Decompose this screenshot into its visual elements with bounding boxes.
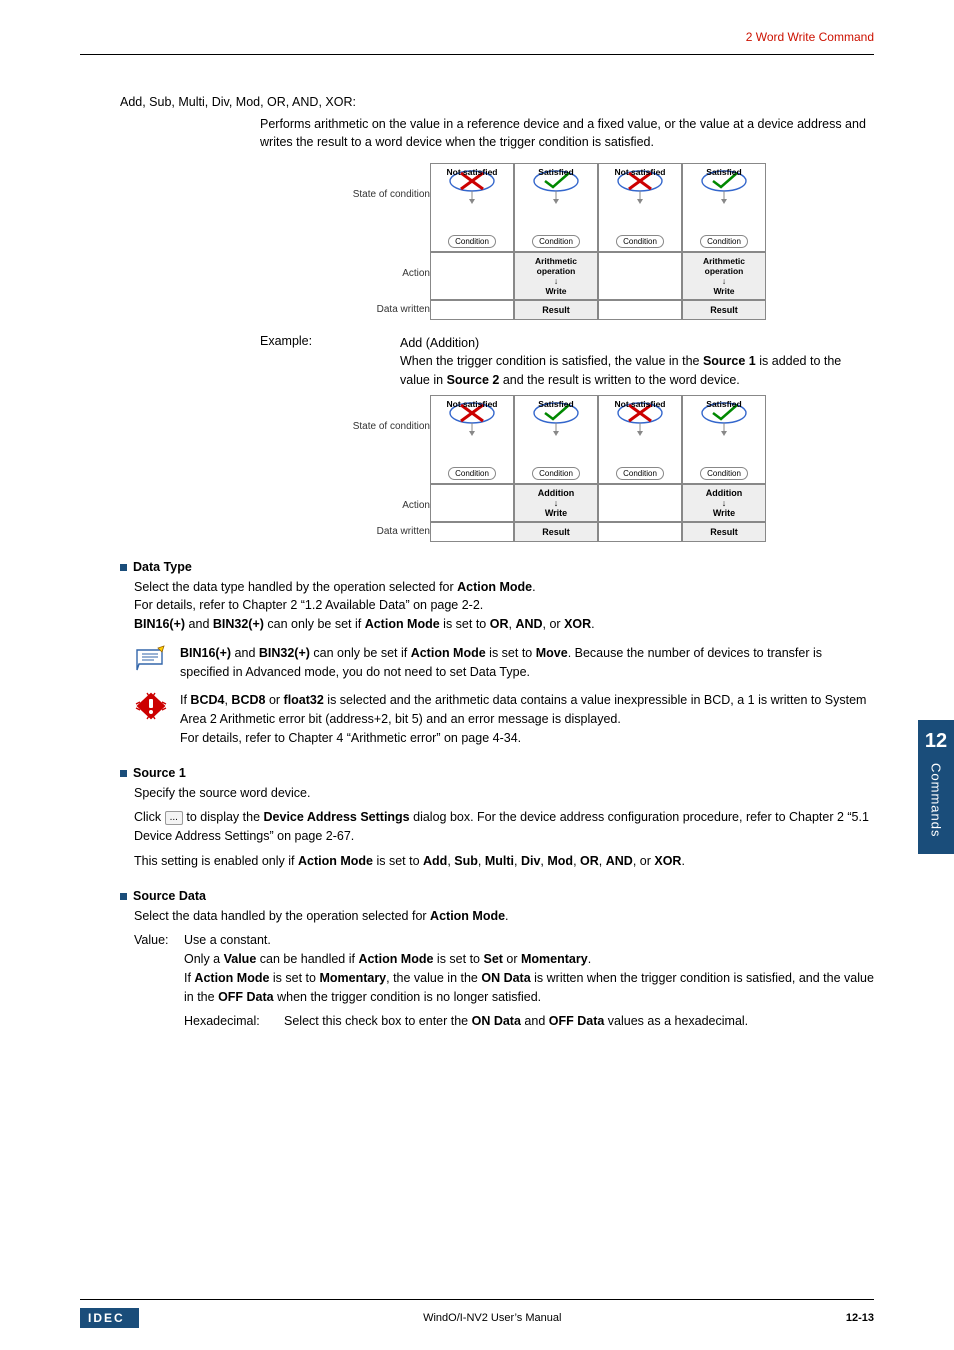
bullet-icon (120, 770, 127, 777)
source1-body: Specify the source word device. (134, 784, 874, 803)
note-warning: If BCD4, BCD8 or float32 is selected and… (134, 691, 874, 747)
data-type-head: Data Type (120, 560, 874, 574)
footer-page: 12-13 (846, 1312, 874, 1324)
note-warning-icon (134, 691, 168, 724)
example-body: Add (Addition) When the trigger conditio… (400, 334, 874, 388)
value-row: Value: Use a constant. Only a Value can … (134, 931, 874, 1006)
state-label: State of condition (300, 163, 430, 252)
bullet-icon (120, 564, 127, 571)
ellipsis-button[interactable]: ... (165, 811, 183, 825)
footer-brand: IDEC (80, 1308, 139, 1328)
header-rule (80, 54, 874, 55)
action-label: Action (300, 252, 430, 300)
intro-desc: Performs arithmetic on the value in a re… (260, 115, 874, 151)
source-data-body: Select the data handled by the operation… (134, 907, 874, 926)
footer-title: WindO/I-NV2 User’s Manual (423, 1312, 561, 1324)
example-label: Example: (260, 334, 400, 388)
chapter-tab: 12 Commands (918, 720, 954, 854)
data-type-body: Select the data type handled by the oper… (134, 578, 874, 634)
source1-click: Click ... to display the Device Address … (134, 808, 874, 846)
header-section-title: 2 Word Write Command (80, 30, 874, 44)
source1-head: Source 1 (120, 766, 874, 780)
source1-enabled: This setting is enabled only if Action M… (134, 852, 874, 871)
diagram-addition: State of condition Not satisfiedConditio… (300, 395, 874, 542)
hex-row: Hexadecimal: Select this check box to en… (184, 1012, 874, 1031)
data-label: Data written (300, 300, 430, 320)
bullet-icon (120, 893, 127, 900)
intro-title: Add, Sub, Multi, Div, Mod, OR, AND, XOR: (120, 95, 874, 109)
note-info: BIN16(+) and BIN32(+) can only be set if… (134, 644, 874, 682)
footer: IDEC WindO/I-NV2 User’s Manual 12-13 (80, 1299, 874, 1328)
source-data-head: Source Data (120, 889, 874, 903)
diagram-arithmetic: State of condition Not satisfiedConditio… (300, 163, 874, 320)
note-info-icon (134, 644, 168, 675)
